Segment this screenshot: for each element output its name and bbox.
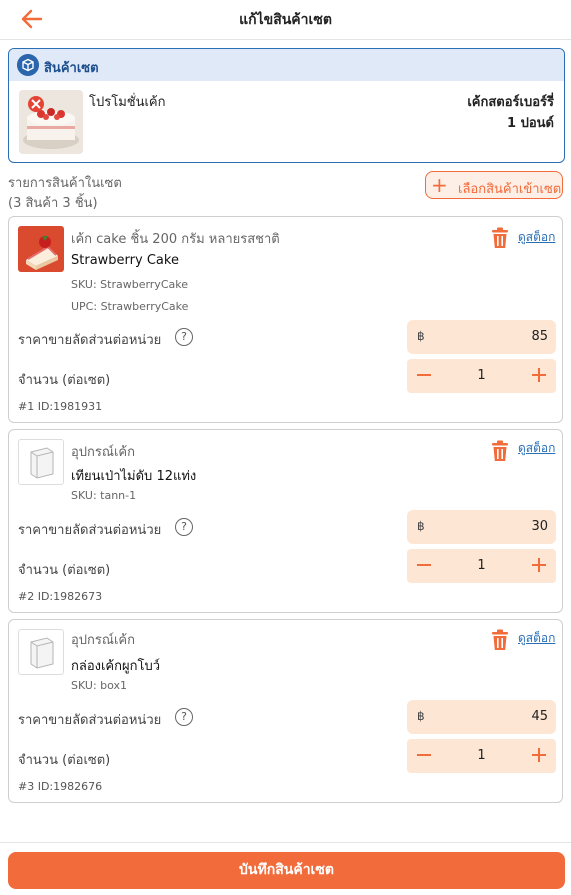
set-product-icon: [17, 54, 39, 76]
set-product-image: [19, 90, 83, 154]
item-list-count: (3 สินค้า 3 ชิ้น): [8, 196, 98, 211]
item-image: [18, 226, 64, 272]
currency-symbol: ฿: [417, 519, 425, 533]
save-set-button[interactable]: บันทึกสินค้าเซต: [8, 852, 565, 889]
item-name: กล่องเค้กผูกโบว์: [71, 659, 161, 674]
item-category: อุปกรณ์เค้ก: [71, 633, 135, 648]
item-image: [18, 439, 64, 485]
item-name: Strawberry Cake: [71, 253, 179, 268]
trash-icon[interactable]: [490, 227, 510, 249]
help-icon[interactable]: ?: [175, 328, 193, 346]
qty-label: จำนวน (ต่อเซต): [18, 373, 111, 388]
help-icon[interactable]: ?: [175, 708, 193, 726]
set-product-header: สินค้าเซต: [9, 49, 564, 81]
plus-icon[interactable]: [530, 365, 548, 385]
help-icon[interactable]: ?: [175, 518, 193, 536]
qty-label: จำนวน (ต่อเซต): [18, 753, 111, 768]
item-name: เทียนเป่าไม่ดับ 12แท่ง: [71, 469, 197, 484]
currency-symbol: ฿: [417, 709, 425, 723]
price-label: ราคาขายลัดส่วนต่อหน่วย: [18, 713, 162, 728]
item-image: [18, 629, 64, 675]
trash-icon[interactable]: [490, 629, 510, 651]
price-input[interactable]: ฿ 30: [407, 510, 556, 544]
set-product-shop: เค้กสตอร์เบอร์รี่: [467, 95, 554, 110]
qty-label: จำนวน (ต่อเซต): [18, 563, 111, 578]
item-list-title: รายการสินค้าในเซต: [8, 176, 122, 191]
choose-items-label: เลือกสินค้าเข้าเซต: [458, 182, 562, 197]
price-value: 30: [531, 519, 548, 534]
view-stock-link[interactable]: ดูสต็อก: [518, 629, 555, 648]
plus-icon[interactable]: [530, 745, 548, 765]
item-category: อุปกรณ์เค้ก: [71, 445, 135, 460]
top-bar: แก้ไขสินค้าเซต: [0, 0, 571, 40]
trash-icon[interactable]: [490, 440, 510, 462]
item-upc: UPC: StrawberryCake: [71, 300, 189, 313]
set-product-card: สินค้าเซต โปรโมชั่นเค้ก เค้กสตอร์เบอร์รี…: [8, 48, 565, 163]
set-item-card: เค้ก cake ชิ้น 200 กรัม หลายรสชาติ ดูสต็…: [8, 216, 563, 423]
quantity-stepper[interactable]: 1: [407, 739, 556, 773]
price-label: ราคาขายลัดส่วนต่อหน่วย: [18, 523, 162, 538]
page-title: แก้ไขสินค้าเซต: [239, 12, 332, 28]
item-sku: SKU: StrawberryCake: [71, 278, 188, 291]
item-id: #3 ID:1982676: [18, 780, 103, 793]
plus-icon: +: [431, 173, 448, 197]
price-input[interactable]: ฿ 45: [407, 700, 556, 734]
set-product-size: 1 ปอนด์: [507, 116, 554, 131]
choose-items-button[interactable]: + เลือกสินค้าเข้าเซต: [425, 171, 563, 199]
set-product-label: สินค้าเซต: [44, 61, 99, 76]
quantity-stepper[interactable]: 1: [407, 359, 556, 393]
price-label: ราคาขายลัดส่วนต่อหน่วย: [18, 333, 162, 348]
item-id: #1 ID:1981931: [18, 400, 103, 413]
set-item-card: อุปกรณ์เค้ก ดูสต็อก เทียนเป่าไม่ดับ 12แท…: [8, 429, 563, 613]
quantity-stepper[interactable]: 1: [407, 549, 556, 583]
view-stock-link[interactable]: ดูสต็อก: [518, 439, 555, 458]
price-input[interactable]: ฿ 85: [407, 320, 556, 354]
item-sku: SKU: box1: [71, 679, 128, 692]
item-sku: SKU: tann-1: [71, 489, 137, 502]
price-value: 45: [531, 709, 548, 724]
set-item-card: อุปกรณ์เค้ก ดูสต็อก กล่องเค้กผูกโบว์ SKU…: [8, 619, 563, 803]
plus-icon[interactable]: [530, 555, 548, 575]
bottom-bar: บันทึกสินค้าเซต: [0, 842, 571, 895]
price-value: 85: [531, 329, 548, 344]
item-category: เค้ก cake ชิ้น 200 กรัม หลายรสชาติ: [71, 232, 280, 247]
currency-symbol: ฿: [417, 329, 425, 343]
item-id: #2 ID:1982673: [18, 590, 103, 603]
view-stock-link[interactable]: ดูสต็อก: [518, 228, 555, 247]
set-product-name: โปรโมชั่นเค้ก: [89, 95, 166, 110]
